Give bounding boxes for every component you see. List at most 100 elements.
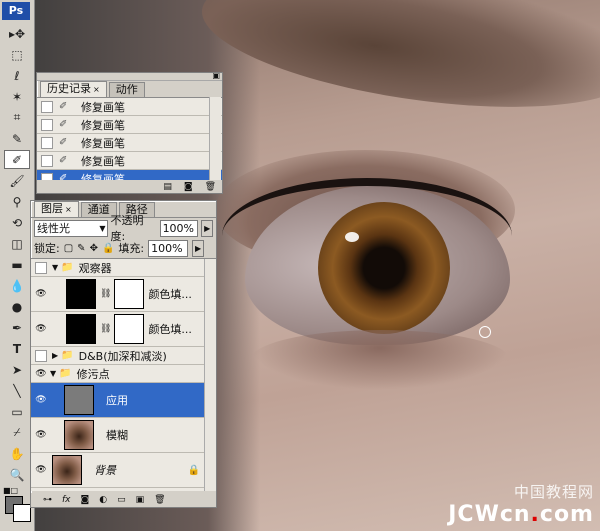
- chain-icon[interactable]: ⛓: [100, 289, 111, 299]
- dodge-tool-icon[interactable]: ●: [4, 297, 30, 316]
- layers-panel: 图层 × 通道 路径 线性光 ▼ 不透明度: 100% ▶ 锁定: ▢ ✎ ✥ 🔒 …: [30, 200, 217, 508]
- snapshot-source-box[interactable]: [41, 154, 53, 167]
- adjustment-icon[interactable]: ◐: [99, 495, 107, 505]
- snapshot-source-box[interactable]: [41, 136, 53, 149]
- eyedropper-tool-icon[interactable]: ⌿: [4, 423, 30, 442]
- opacity-slider-button[interactable]: ▶: [201, 219, 213, 237]
- layer-name: 模糊: [106, 429, 128, 442]
- tab-close-icon[interactable]: ×: [93, 85, 100, 94]
- trash-icon[interactable]: 🗑: [154, 495, 165, 505]
- history-scrollbar[interactable]: [209, 97, 221, 183]
- layer-name: 修污点: [76, 367, 110, 381]
- chain-icon[interactable]: ⛓: [100, 324, 111, 334]
- layer-thumbnail: [66, 314, 96, 344]
- fill-slider-button[interactable]: ▶: [192, 239, 205, 257]
- watermark: 中国教程网 JCWcn.com: [448, 481, 594, 527]
- trash-icon[interactable]: 🗑: [205, 182, 216, 192]
- fill-label: 填充:: [118, 242, 145, 255]
- healing-brush-tool-icon[interactable]: ✐: [4, 150, 30, 169]
- history-item[interactable]: ✐ 修复画笔: [37, 152, 222, 170]
- history-item[interactable]: ✐ 修复画笔: [37, 134, 222, 152]
- eye-icon[interactable]: 👁: [34, 395, 48, 405]
- new-layer-icon[interactable]: ▣: [136, 495, 145, 505]
- magic-wand-tool-icon[interactable]: ✶: [4, 87, 30, 106]
- visibility-toggle[interactable]: [35, 349, 47, 362]
- healing-brush-icon: ✐: [59, 136, 68, 148]
- eye-icon[interactable]: 👁: [34, 369, 48, 379]
- eye-icon[interactable]: 👁: [34, 324, 48, 334]
- new-document-icon[interactable]: ▤: [163, 182, 172, 192]
- eye-icon[interactable]: 👁: [34, 289, 48, 299]
- link-icon[interactable]: ⊶: [43, 495, 52, 505]
- tab-history[interactable]: 历史记录 ×: [40, 81, 107, 97]
- mask-thumbnail: [114, 314, 145, 344]
- layer-group-row[interactable]: ▼ 📁 观察器: [31, 259, 216, 277]
- snapshot-source-box[interactable]: [41, 100, 53, 113]
- blur-tool-icon[interactable]: 💧: [4, 276, 30, 295]
- lock-position-icon[interactable]: ✥: [90, 243, 98, 254]
- opacity-input[interactable]: 100%: [159, 219, 199, 237]
- layer-thumbnail: [66, 279, 96, 309]
- history-brush-tool-icon[interactable]: ⟲: [4, 213, 30, 232]
- mask-icon[interactable]: ◙: [81, 495, 90, 505]
- lock-pixels-icon[interactable]: ✎: [77, 243, 85, 254]
- tab-actions[interactable]: 动作: [108, 82, 145, 97]
- type-tool-icon[interactable]: T: [4, 339, 30, 358]
- fill-input[interactable]: 100%: [148, 239, 189, 257]
- background-color[interactable]: [13, 504, 31, 522]
- pen-tool-icon[interactable]: ✒: [4, 318, 30, 337]
- layer-row[interactable]: 👁 ⛓ 颜色填...: [31, 312, 216, 347]
- move-tool-icon[interactable]: ▸✥: [4, 24, 30, 43]
- expand-triangle-icon[interactable]: ▼: [50, 369, 56, 378]
- tab-layers[interactable]: 图层 ×: [34, 201, 79, 217]
- lower-lid: [250, 330, 510, 390]
- eye-icon[interactable]: 👁: [34, 465, 48, 475]
- layer-list: ▼ 📁 观察器 👁 ⛓ 颜色填... 👁 ⛓ 颜色填... ▶ 📁 D&B(加深…: [31, 259, 216, 491]
- layer-row[interactable]: 👁 模糊: [31, 418, 216, 453]
- fx-icon[interactable]: fx: [62, 495, 71, 505]
- expand-triangle-icon[interactable]: ▶: [52, 351, 58, 360]
- folder-icon[interactable]: ▭: [117, 495, 126, 505]
- expand-triangle-icon[interactable]: ▼: [52, 263, 58, 272]
- visibility-toggle[interactable]: [35, 261, 47, 274]
- history-item[interactable]: ✐ 修复画笔: [37, 116, 222, 134]
- history-item[interactable]: ✐ 修复画笔: [37, 98, 222, 116]
- lasso-tool-icon[interactable]: ℓ: [4, 66, 30, 85]
- snapshot-icon[interactable]: ◙: [184, 182, 193, 192]
- history-titlebar[interactable]: ▣: [37, 71, 222, 81]
- chevron-down-icon: ▼: [99, 223, 106, 233]
- color-swatches[interactable]: ■□: [0, 486, 34, 526]
- slice-tool-icon[interactable]: ✎: [4, 129, 30, 148]
- default-colors-icon[interactable]: ■□: [3, 486, 18, 495]
- blend-mode-select[interactable]: 线性光 ▼: [34, 219, 108, 237]
- history-panel: ▣ 历史记录 × 动作 ✐ 修复画笔 ✐ 修复画笔 ✐ 修复画笔 ✐ 修复画笔 ✐ 修复画笔…: [36, 71, 223, 194]
- eye-icon[interactable]: 👁: [34, 430, 48, 440]
- layers-scrollbar[interactable]: [204, 259, 216, 491]
- layer-row[interactable]: 👁 背景 🔒: [31, 453, 216, 488]
- layer-group-row[interactable]: ▶ 📁 D&B(加深和减淡): [31, 347, 216, 365]
- mask-thumbnail: [114, 279, 145, 309]
- crop-tool-icon[interactable]: ⌗: [4, 108, 30, 127]
- snapshot-source-box[interactable]: [41, 118, 53, 131]
- eraser-tool-icon[interactable]: ◫: [4, 234, 30, 253]
- lock-transparency-icon[interactable]: ▢: [64, 243, 73, 254]
- app-logo: Ps: [2, 2, 30, 20]
- zoom-tool-icon[interactable]: 🔍: [4, 465, 30, 484]
- brush-tool-icon[interactable]: 🖌: [4, 171, 30, 190]
- layer-row[interactable]: 👁 ⛓ 颜色填...: [31, 277, 216, 312]
- brush-cursor: [479, 326, 491, 338]
- panel-close-icon[interactable]: ▣: [212, 71, 220, 80]
- layer-group-row[interactable]: 👁 ▼ 📁 修污点: [31, 365, 216, 383]
- marquee-tool-icon[interactable]: ⬚: [4, 45, 30, 64]
- layer-thumbnail: [64, 385, 94, 415]
- lock-all-icon[interactable]: 🔒: [102, 243, 114, 254]
- gradient-tool-icon[interactable]: ▬: [4, 255, 30, 274]
- notes-tool-icon[interactable]: ▭: [4, 402, 30, 421]
- path-select-tool-icon[interactable]: ➤: [4, 360, 30, 379]
- layer-row-selected[interactable]: 👁 应用: [31, 383, 216, 418]
- stamp-tool-icon[interactable]: ⚲: [4, 192, 30, 211]
- layer-name: 颜色填...: [148, 288, 192, 301]
- tab-close-icon[interactable]: ×: [65, 205, 72, 214]
- hand-tool-icon[interactable]: ✋: [4, 444, 30, 463]
- shape-tool-icon[interactable]: ╲: [4, 381, 30, 400]
